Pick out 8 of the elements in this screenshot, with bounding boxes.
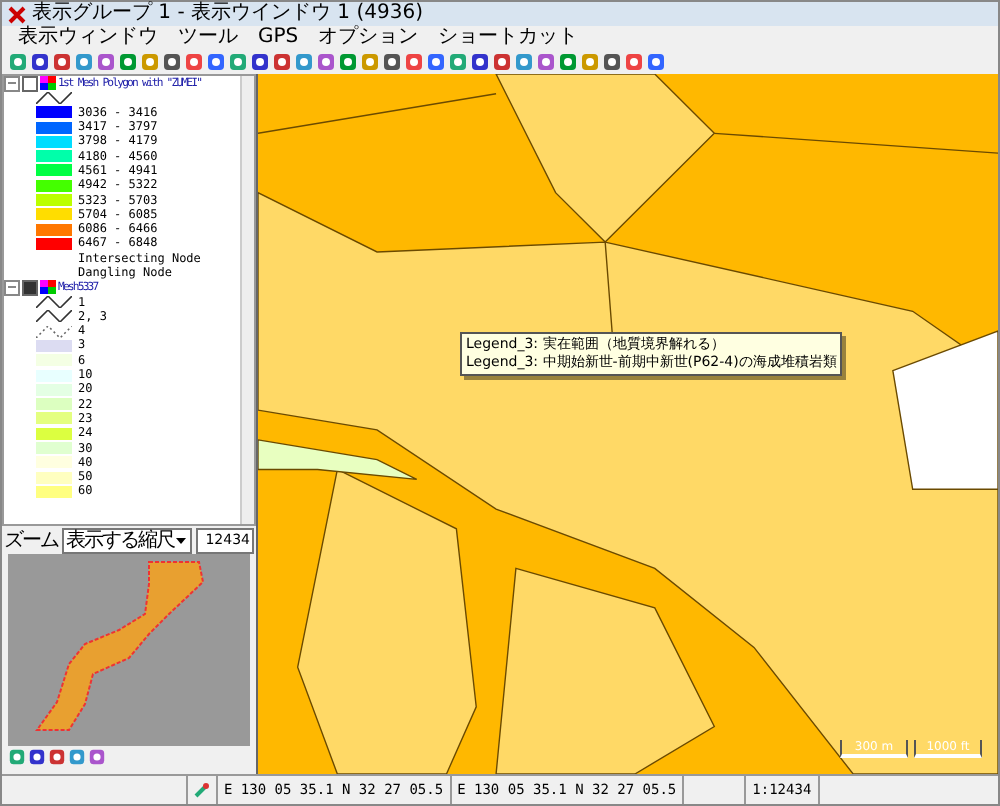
window-title: 表示グループ 1 - 表示ウインドウ 1 (4936): [32, 2, 423, 25]
menu-item[interactable]: オプション: [318, 26, 419, 50]
menu-item[interactable]: GPS: [258, 26, 299, 50]
menu-item[interactable]: ツール: [178, 26, 238, 50]
zoom-mode-dropdown[interactable]: 表示する縮尺: [62, 527, 192, 554]
menu-item[interactable]: 表示ウィンドウ: [18, 26, 158, 50]
zoom-label: ズーム: [4, 528, 58, 555]
menu-item[interactable]: ショートカット: [438, 26, 579, 50]
